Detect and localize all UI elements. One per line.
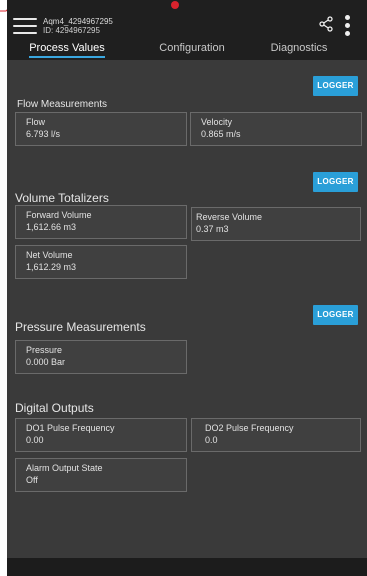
do1-value: 0.00 xyxy=(26,435,44,445)
velocity-value: 0.865 m/s xyxy=(201,129,241,139)
alarm-output-value: Off xyxy=(26,475,38,485)
flow-section-title: Flow Measurements xyxy=(17,99,108,110)
forward-volume-value: 1,612.66 m3 xyxy=(26,222,77,232)
active-tab-indicator xyxy=(29,56,105,58)
device-name: Aqm4_4294967295 xyxy=(43,17,113,26)
volume-logger-button[interactable]: LOGGER xyxy=(313,172,358,192)
flow-value: 6.793 l/s xyxy=(26,129,61,139)
pressure-section-title: Pressure Measurements xyxy=(15,320,146,334)
tab-process-values[interactable]: Process Values xyxy=(29,42,105,54)
flow-logger-button[interactable]: LOGGER xyxy=(313,76,358,96)
net-volume-label: Net Volume xyxy=(26,250,73,260)
tab-diagnostics[interactable]: Diagnostics xyxy=(259,42,339,54)
forward-volume-label: Forward Volume xyxy=(26,210,92,220)
net-volume-value: 1,612.29 m3 xyxy=(26,262,77,272)
do1-label: DO1 Pulse Frequency xyxy=(26,423,115,433)
app-window: Aqm4_4294967295 ID: 4294967295 Process V… xyxy=(7,0,367,576)
pressure-logger-button[interactable]: LOGGER xyxy=(313,305,358,325)
do1-card: DO1 Pulse Frequency 0.00 xyxy=(15,418,187,452)
alarm-output-card: Alarm Output State Off xyxy=(15,458,187,492)
reverse-volume-value: 0.37 m3 xyxy=(196,224,229,234)
status-dot-icon xyxy=(171,1,179,9)
pressure-value: 0.000 Bar xyxy=(26,357,66,367)
alarm-output-label: Alarm Output State xyxy=(26,463,103,473)
do2-card: DO2 Pulse Frequency 0.0 xyxy=(191,418,361,452)
top-bar: Aqm4_4294967295 ID: 4294967295 Process V… xyxy=(7,0,367,60)
forward-volume-card: Forward Volume 1,612.66 m3 xyxy=(15,205,187,239)
pressure-label: Pressure xyxy=(26,345,63,355)
do2-label: DO2 Pulse Frequency xyxy=(205,423,294,433)
bottom-bar xyxy=(7,558,367,576)
more-vert-icon[interactable] xyxy=(345,15,351,37)
net-volume-card: Net Volume 1,612.29 m3 xyxy=(15,245,187,279)
tab-configuration[interactable]: Configuration xyxy=(147,42,237,54)
flow-card: Flow 6.793 l/s xyxy=(15,112,187,146)
share-icon[interactable] xyxy=(318,16,334,32)
hamburger-menu-icon[interactable] xyxy=(13,18,37,36)
reverse-volume-card: Reverse Volume 0.37 m3 xyxy=(191,207,361,241)
flow-label: Flow xyxy=(26,117,46,127)
volume-section-title: Volume Totalizers xyxy=(15,191,109,205)
device-id: ID: 4294967295 xyxy=(43,26,100,35)
velocity-label: Velocity xyxy=(201,117,233,127)
digital-section-title: Digital Outputs xyxy=(15,401,94,415)
velocity-card: Velocity 0.865 m/s xyxy=(190,112,362,146)
do2-value: 0.0 xyxy=(205,435,218,445)
pressure-card: Pressure 0.000 Bar xyxy=(15,340,187,374)
reverse-volume-label: Reverse Volume xyxy=(196,212,263,222)
